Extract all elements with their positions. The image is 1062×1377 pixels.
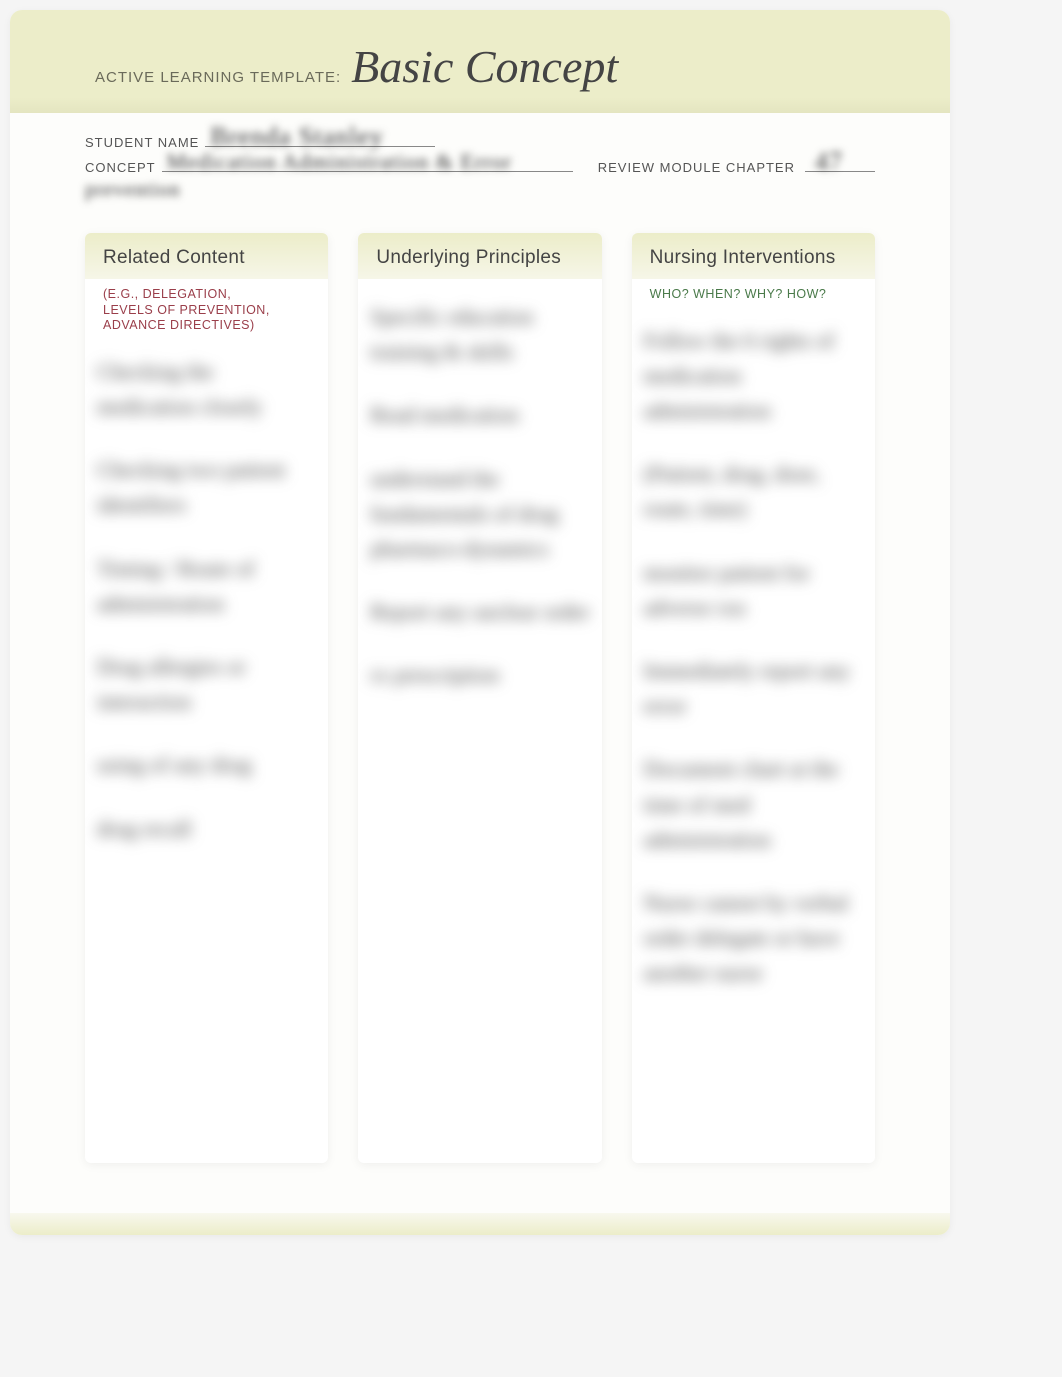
extra-handwriting: prevention xyxy=(85,179,181,202)
review-chapter-group: REVIEW MODULE CHAPTER 47 xyxy=(598,158,875,175)
principles-body-blurred: Specific education training & skills Rea… xyxy=(358,279,601,741)
columns: Related Content (E.G., DELEGATION, LEVEL… xyxy=(10,213,950,1213)
card-head-principles: Underlying Principles xyxy=(358,233,601,279)
concept-line: Medication Administration & Error xyxy=(162,158,573,172)
worksheet-page: ACTIVE LEARNING TEMPLATE: Basic Concept … xyxy=(10,10,950,1235)
header-band: ACTIVE LEARNING TEMPLATE: Basic Concept xyxy=(10,10,950,113)
form-area: STUDENT NAME Brenda Stanley CONCEPT Medi… xyxy=(10,113,950,213)
nursing-body-blurred: Follow the 6 rights of medication admini… xyxy=(632,303,875,1039)
card-underlying-principles: Underlying Principles Specific education… xyxy=(358,233,601,1163)
student-name-handwriting: Brenda Stanley xyxy=(210,122,384,152)
review-chapter-label: REVIEW MODULE CHAPTER xyxy=(598,160,795,175)
header-title: Basic Concept xyxy=(351,40,618,93)
review-chapter-line: 47 xyxy=(805,158,875,172)
card-head-nursing: Nursing Interventions xyxy=(632,233,875,279)
card-head-related: Related Content xyxy=(85,233,328,279)
concept-label: CONCEPT xyxy=(85,160,156,175)
student-name-row: STUDENT NAME Brenda Stanley xyxy=(85,133,875,150)
card-title-principles: Underlying Principles xyxy=(376,247,583,269)
concept-handwriting: Medication Administration & Error xyxy=(167,149,512,175)
card-related-content: Related Content (E.G., DELEGATION, LEVEL… xyxy=(85,233,328,1163)
card-title-nursing: Nursing Interventions xyxy=(650,247,857,269)
card-subtitle-nursing: WHO? WHEN? WHY? HOW? xyxy=(632,279,875,303)
concept-row: CONCEPT Medication Administration & Erro… xyxy=(85,158,875,175)
header-prefix: ACTIVE LEARNING TEMPLATE: xyxy=(95,69,341,86)
card-subtitle-related: (E.G., DELEGATION, LEVELS OF PREVENTION,… xyxy=(85,279,328,334)
student-name-label: STUDENT NAME xyxy=(85,135,199,150)
card-nursing-interventions: Nursing Interventions WHO? WHEN? WHY? HO… xyxy=(632,233,875,1163)
extra-handwriting-row: prevention xyxy=(85,183,875,203)
footer-band xyxy=(10,1213,950,1235)
student-name-line: Brenda Stanley xyxy=(205,133,435,147)
related-body-blurred: Checking the medication closely Checking… xyxy=(85,334,328,894)
review-chapter-handwriting: 47 xyxy=(815,147,843,177)
card-title-related: Related Content xyxy=(103,247,310,269)
